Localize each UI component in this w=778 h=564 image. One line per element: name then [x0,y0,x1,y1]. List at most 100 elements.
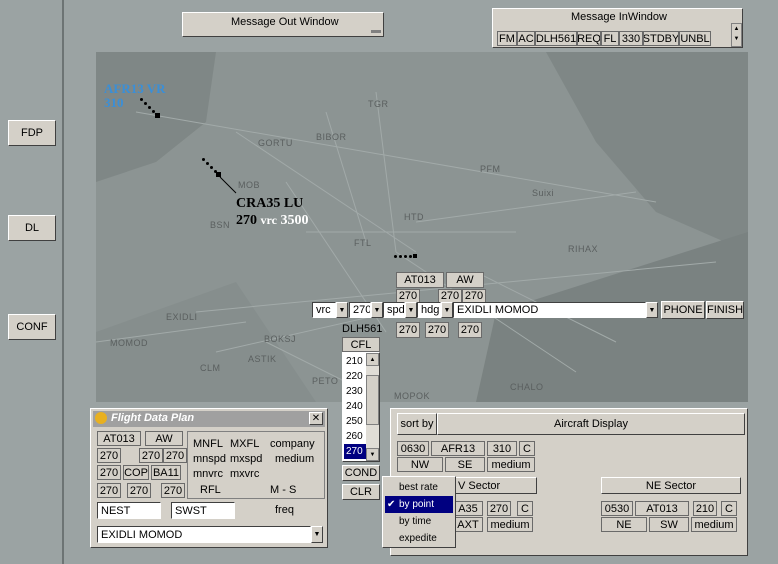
fdp-field-1[interactable]: NEST [97,502,161,519]
fdp-cell[interactable]: 270 [97,465,121,480]
sector-cell[interactable]: medium [487,517,533,532]
sort-by-button[interactable]: sort by [397,413,437,435]
label-type[interactable]: AW [446,272,484,288]
label-cell[interactable]: 270 [425,322,449,338]
sort-menu-item[interactable]: best rate [385,479,453,496]
map-label: BIBOR [316,132,347,142]
token-unbl[interactable]: UNBL [679,31,711,46]
scroll-up-icon[interactable]: ▲ [732,24,741,34]
message-in-scrollbar[interactable]: ▲ ▼ [731,23,742,47]
finish-button[interactable]: FINISH [706,301,744,319]
fdp-cell[interactable]: 270 [127,483,151,498]
fdp-field-2[interactable]: SWST [171,502,235,519]
track-label-cra35[interactable]: CRA35 LU 270 vrc 3500 [236,195,308,229]
cfl-scrollbar[interactable]: ▲ ▼ [366,353,379,461]
aircraft-symbol-afr13[interactable] [155,113,160,118]
label-cell[interactable]: 270 [438,289,462,303]
clr-button[interactable]: CLR [342,484,380,500]
label-cell[interactable]: 270 [458,322,482,338]
label-cell[interactable]: 270 [462,289,486,303]
cfl-option[interactable]: 230 [344,384,366,399]
cfl-option[interactable]: 210 [344,354,366,369]
phone-button[interactable]: PHONE [661,301,705,319]
sector-cell[interactable]: 270 [487,501,511,516]
sector-cell[interactable]: NW [397,457,443,472]
conf-button[interactable]: CONF [8,314,56,340]
fdp-callsign[interactable]: AT013 [97,431,141,446]
sector-cell[interactable]: 310 [487,441,517,456]
fdp-cop[interactable]: COP [123,465,149,480]
label-callsign[interactable]: AT013 [396,272,444,288]
scroll-down-icon[interactable]: ▼ [732,34,741,44]
cfl-option[interactable]: 250 [344,414,366,429]
map-label: GORTU [258,138,293,148]
fdp-mxvrc-label: mxvrc [230,468,260,480]
token-stdby[interactable]: STDBY [643,31,679,46]
label-cell[interactable]: 270 [396,322,420,338]
sector-cell[interactable]: 210 [693,501,717,516]
sector-cell[interactable]: 0630 [397,441,429,456]
chevron-down-icon[interactable]: ▼ [405,302,417,318]
message-in-window[interactable]: Message InWindow FM AC DLH561 REQ FL 330… [492,8,743,48]
chevron-down-icon[interactable]: ▼ [646,302,658,318]
ne-sector-button[interactable]: NE Sector [601,477,741,494]
route-select[interactable]: EXIDLI MOMOD [453,302,646,318]
message-out-resize-handle[interactable] [371,30,381,33]
chevron-down-icon[interactable]: ▼ [336,302,348,318]
cfl-option[interactable]: 220 [344,369,366,384]
aircraft-symbol-at013[interactable] [413,254,417,258]
chevron-down-icon[interactable]: ▼ [441,302,453,318]
cond-button[interactable]: COND [342,465,380,481]
sort-menu-item[interactable]: expedite [385,530,453,547]
fdp-aircraft-type[interactable]: BA11 [151,465,181,480]
scroll-up-icon[interactable]: ▲ [366,353,379,366]
scroll-thumb[interactable] [366,375,379,425]
sector-cell[interactable]: AXT [453,517,483,532]
hdg-select[interactable]: hdg [417,302,441,318]
fdp-cell[interactable]: 270 [97,483,121,498]
track-label-afr13[interactable]: AFR13 VR 310 [104,82,166,110]
fdp-cell[interactable]: 270 [97,448,121,463]
fdp-cell[interactable]: 270 [161,483,185,498]
sector-callsign[interactable]: AFR13 [431,441,485,456]
fdp-cell[interactable]: 270 [139,448,163,463]
fdp-window[interactable]: Flight Data Plan ✕ AT013 AW 270 270 270 … [90,408,328,548]
cfl-option[interactable]: 270 [344,444,366,459]
sector-cell[interactable]: SE [445,457,485,472]
sector-cell[interactable]: C [519,441,535,456]
mid-sector-button[interactable]: V Sector [453,477,537,494]
sector-cell[interactable]: NE [601,517,647,532]
chevron-down-icon[interactable]: ▼ [371,302,383,318]
cfl-option[interactable]: 260 [344,429,366,444]
sector-cell[interactable]: medium [487,457,535,472]
cfl-list[interactable]: 210 220 230 240 250 260 270 ▲ ▼ [342,352,380,462]
sector-cell[interactable]: C [721,501,737,516]
message-out-window[interactable]: Message Out Window [182,12,384,37]
spd-select[interactable]: spd [383,302,405,318]
airspace-map [96,52,748,402]
fdp-titlebar[interactable]: Flight Data Plan ✕ [93,411,325,427]
sort-menu-item[interactable]: by time [385,513,453,530]
sector-callsign[interactable]: AT013 [635,501,689,516]
close-icon[interactable]: ✕ [309,412,323,425]
cfl-option[interactable]: 240 [344,399,366,414]
fdp-type[interactable]: AW [145,431,183,446]
sector-cell[interactable]: SW [649,517,689,532]
radar-display[interactable]: TGR GORTU BIBOR PFM Suixi MOB BSN HTD FT… [96,52,748,402]
scroll-down-icon[interactable]: ▼ [366,448,379,461]
label-cell[interactable]: 270 [396,289,420,303]
sector-cell[interactable]: medium [691,517,737,532]
sort-menu[interactable]: best rate ✔ by point by time expedite [382,476,456,548]
cfl-select[interactable]: 270 [349,302,371,318]
sector-cell[interactable]: 0530 [601,501,633,516]
sort-menu-item[interactable]: ✔ by point [385,496,453,513]
sector-cell[interactable]: A35 [453,501,483,516]
fdp-route-select[interactable]: EXIDLI MOMOD [97,526,311,543]
vrc-select[interactable]: vrc [312,302,336,318]
chevron-down-icon[interactable]: ▼ [311,526,323,543]
sort-menu-item-label: by point [399,499,435,510]
sector-cell[interactable]: C [517,501,533,516]
fdp-cell[interactable]: 270 [163,448,187,463]
fdp-button[interactable]: FDP [8,120,56,146]
dl-button[interactable]: DL [8,215,56,241]
